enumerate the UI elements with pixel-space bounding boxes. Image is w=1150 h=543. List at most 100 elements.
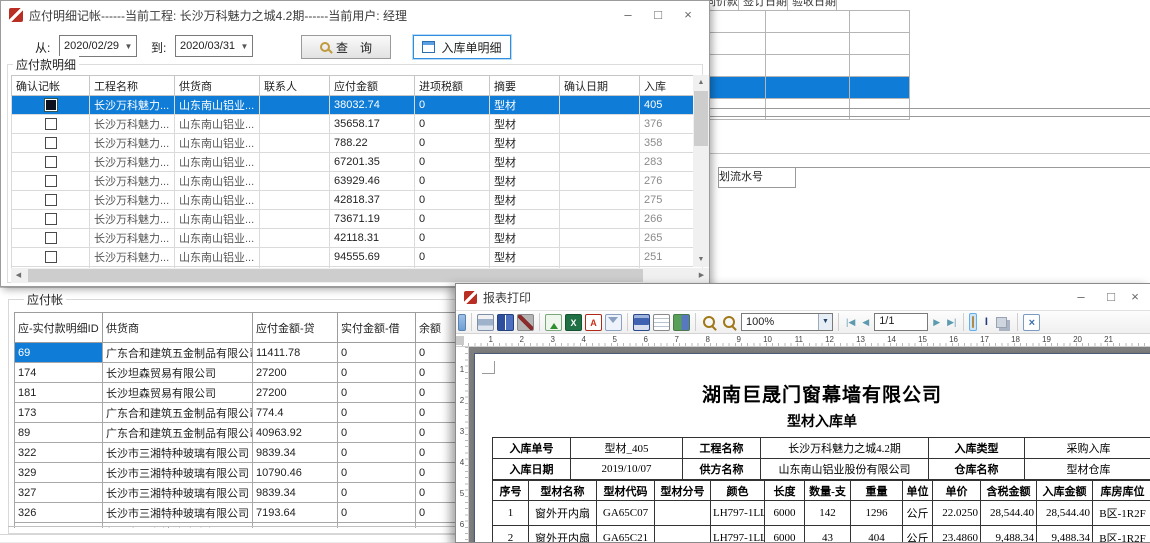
scroll-left-icon[interactable]: ◀ xyxy=(11,268,26,283)
checkbox[interactable] xyxy=(45,232,57,244)
column-header[interactable]: 应-实付款明细ID xyxy=(15,313,103,343)
table-row[interactable]: 长沙万科魅力... 山东南山铝业... 67201.35 0 型材 283 xyxy=(12,153,696,172)
scroll-right-icon[interactable]: ▶ xyxy=(694,268,709,283)
cell-confirm[interactable] xyxy=(12,248,90,267)
cell-confirm[interactable] xyxy=(12,172,90,191)
preview-canvas[interactable]: 湖南巨晟门窗幕墙有限公司 型材入库单 入库单号 型材_405 工程名称 xyxy=(469,347,1150,542)
table-row[interactable]: 69 广东合和建筑五金制品有限公司 11411.78 0 0 xyxy=(15,343,467,363)
column-header[interactable]: 供货商 xyxy=(103,313,253,343)
to-date-select[interactable]: 2020/03/31 ▼ xyxy=(175,35,253,57)
table-row[interactable]: 长沙万科魅力... 山东南山铝业... 42118.31 0 型材 265 xyxy=(12,229,696,248)
cell-confirm[interactable] xyxy=(12,229,90,248)
table-row[interactable]: 长沙万科魅力... 山东南山铝业... 788.22 0 型材 358 xyxy=(12,134,696,153)
cell-confirm[interactable] xyxy=(12,134,90,153)
cell-id[interactable]: 327 xyxy=(15,483,103,503)
cell-confirm[interactable] xyxy=(12,210,90,229)
table-row[interactable]: 长沙万科魅力... 山东南山铝业... 35658.17 0 型材 376 xyxy=(12,115,696,134)
close-button[interactable]: × xyxy=(673,4,703,26)
cell-confirm[interactable] xyxy=(12,153,90,172)
zoom-in-icon[interactable] xyxy=(701,314,718,331)
table-row-selected[interactable] xyxy=(701,76,910,98)
column-header[interactable]: 进项税额 xyxy=(415,76,490,96)
checkbox[interactable] xyxy=(45,137,57,149)
table-row[interactable] xyxy=(701,54,910,76)
print-icon[interactable] xyxy=(477,314,494,331)
column-header[interactable]: 入库 xyxy=(640,76,696,96)
maximize-button[interactable]: □ xyxy=(1096,286,1126,308)
table-row[interactable]: 长沙万科魅力... 山东南山铝业... 38032.74 0 型材 405 xyxy=(12,96,696,115)
scroll-down-icon[interactable]: ▼ xyxy=(693,252,709,267)
text-select-button[interactable]: I xyxy=(980,314,992,331)
column-header[interactable]: 应付金额-贷 xyxy=(253,313,338,343)
checkbox[interactable] xyxy=(45,118,57,130)
cell-id[interactable]: 89 xyxy=(15,423,103,443)
hand-tool-button[interactable] xyxy=(969,313,977,331)
table-row[interactable]: 长沙万科魅力... 山东南山铝业... 94555.69 0 型材 251 xyxy=(12,248,696,267)
last-page-button[interactable]: ▶| xyxy=(945,314,958,331)
pdf-export-icon[interactable]: A xyxy=(585,314,602,331)
table-row[interactable]: 327 长沙市三湘特种玻璃有限公司 9839.34 0 0 xyxy=(15,483,467,503)
scrollbar-thumb[interactable] xyxy=(28,269,643,282)
settings-icon[interactable] xyxy=(517,314,534,331)
inbound-detail-button[interactable]: 入库单明细 xyxy=(413,35,511,59)
checkbox[interactable] xyxy=(45,99,57,111)
cell-confirm[interactable] xyxy=(12,191,90,210)
email-icon[interactable] xyxy=(605,314,622,331)
zoom-select[interactable]: 100% ▼ xyxy=(741,313,833,331)
book-icon[interactable] xyxy=(497,314,514,331)
minimize-button[interactable]: – xyxy=(613,4,643,26)
column-header[interactable]: 摘要 xyxy=(490,76,560,96)
save-icon[interactable] xyxy=(633,314,650,331)
cell-id[interactable]: 322 xyxy=(15,443,103,463)
table-row[interactable]: 173 广东合和建筑五金制品有限公司 774.4 0 0 xyxy=(15,403,467,423)
vertical-scrollbar[interactable]: ▲ ▼ xyxy=(693,75,709,267)
chevron-down-icon[interactable]: ▼ xyxy=(818,314,832,330)
close-button[interactable]: × xyxy=(1126,286,1144,308)
table-row[interactable]: 89 广东合和建筑五金制品有限公司 40963.92 0 0 xyxy=(15,423,467,443)
zoom-out-icon[interactable] xyxy=(721,314,738,331)
cell-confirm[interactable] xyxy=(12,96,90,115)
excel-export-icon[interactable]: X xyxy=(565,314,582,331)
copy-icon[interactable] xyxy=(996,317,1007,328)
chevron-down-icon[interactable]: ▼ xyxy=(121,42,136,51)
table-row[interactable]: 326 长沙市三湘特种玻璃有限公司 7193.64 0 0 xyxy=(15,503,467,523)
column-header[interactable]: 应付金额 xyxy=(330,76,415,96)
column-header[interactable]: 工程名称 xyxy=(90,76,175,96)
cell-id[interactable]: 69 xyxy=(15,343,103,363)
table-row[interactable] xyxy=(701,32,910,54)
checkbox[interactable] xyxy=(45,251,57,263)
table-row[interactable]: 长沙万科魅力... 山东南山铝业... 73671.19 0 型材 266 xyxy=(12,210,696,229)
page-icon[interactable] xyxy=(653,314,670,331)
query-button[interactable]: 查 询 xyxy=(301,35,391,59)
horizontal-scrollbar[interactable]: ◀ ▶ xyxy=(11,268,709,283)
titlebar[interactable]: 应付明细记帐------当前工程: 长沙万科魅力之城4.2期------当前用户… xyxy=(1,1,709,29)
column-header[interactable]: 供货商 xyxy=(175,76,260,96)
from-date-select[interactable]: 2020/02/29 ▼ xyxy=(59,35,137,57)
export-icon[interactable] xyxy=(545,314,562,331)
column-header[interactable]: 联系人 xyxy=(260,76,330,96)
checkbox[interactable] xyxy=(45,213,57,225)
table-row[interactable]: 长沙万科魅力... 山东南山铝业... 63929.46 0 型材 276 xyxy=(12,172,696,191)
cell-id[interactable]: 326 xyxy=(15,503,103,523)
prev-page-button[interactable]: ◀ xyxy=(860,314,871,331)
chevron-down-icon[interactable]: ▼ xyxy=(237,42,252,51)
maximize-button[interactable]: □ xyxy=(643,4,673,26)
table-row[interactable]: 329 长沙市三湘特种玻璃有限公司 10790.46 0 0 xyxy=(15,463,467,483)
table-row[interactable]: 174 长沙坦森贸易有限公司 27200 0 0 xyxy=(15,363,467,383)
checkbox[interactable] xyxy=(45,194,57,206)
checkbox[interactable] xyxy=(45,156,57,168)
column-header[interactable]: 实付金额-借 xyxy=(338,313,416,343)
cell-confirm[interactable] xyxy=(12,115,90,134)
first-page-button[interactable]: |◀ xyxy=(844,314,857,331)
column-header[interactable]: 确认记帐 xyxy=(12,76,90,96)
page-indicator-input[interactable]: 1/1 xyxy=(874,313,928,331)
table-row[interactable] xyxy=(701,10,910,32)
cell-id[interactable]: 174 xyxy=(15,363,103,383)
table-row[interactable]: 长沙万科魅力... 山东南山铝业... 42818.37 0 型材 275 xyxy=(12,191,696,210)
cell-id[interactable]: 329 xyxy=(15,463,103,483)
scrollbar-thumb[interactable] xyxy=(694,91,708,146)
titlebar[interactable]: 报表打印 – □ × xyxy=(456,284,1150,310)
panel-icon[interactable] xyxy=(458,314,466,331)
cell-id[interactable]: 173 xyxy=(15,403,103,423)
close-preview-button[interactable]: × xyxy=(1023,314,1040,331)
